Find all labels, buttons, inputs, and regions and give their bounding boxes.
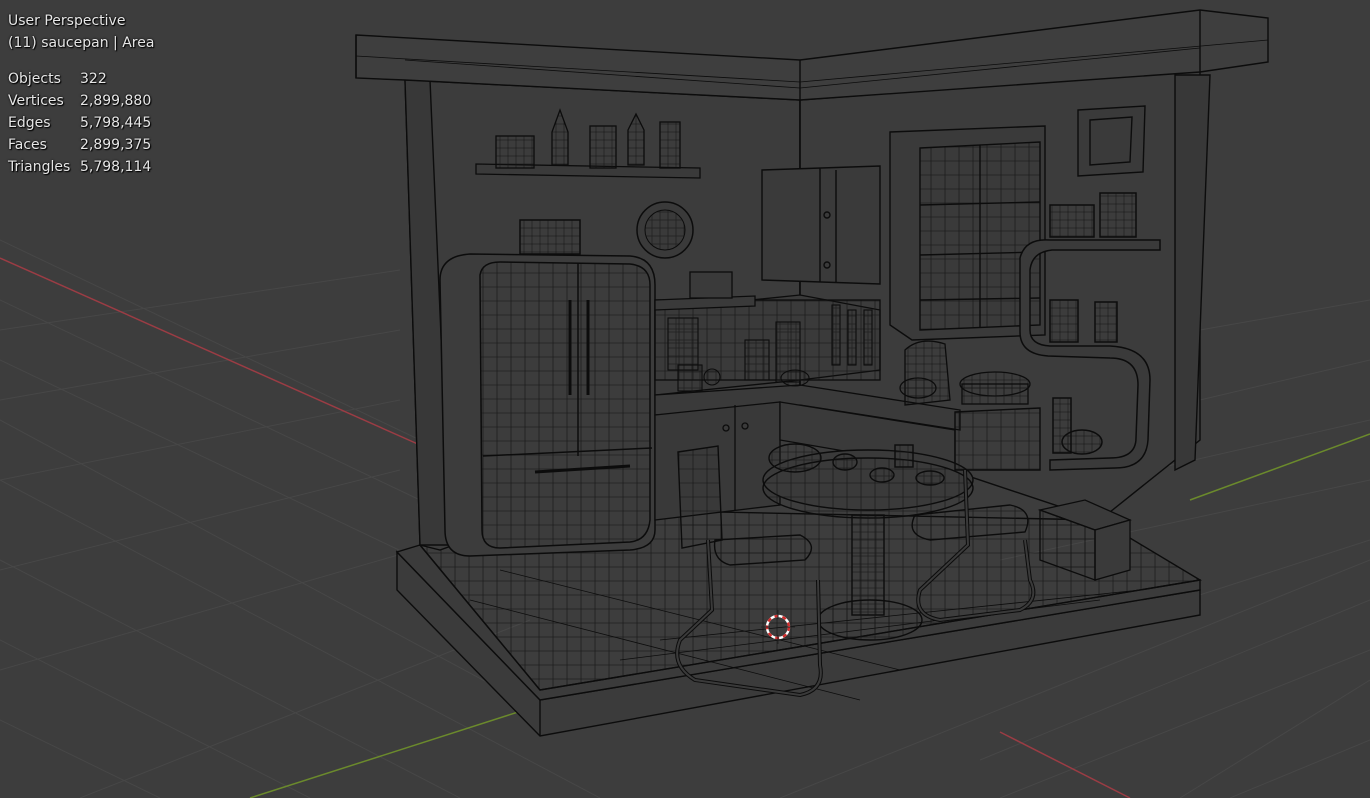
scene-statistics: Objects 322 Vertices 2,899,880 Edges 5,7… [8,68,154,178]
saucepan [959,371,1031,405]
fridge [439,219,656,557]
stand-mixer [899,340,951,406]
stat-row-faces: Faces 2,899,375 [8,134,154,156]
stat-label: Objects [8,71,61,87]
stat-label: Faces [8,137,47,153]
stat-row-vertices: Vertices 2,899,880 [8,90,154,112]
stat-value: 5,798,445 [80,115,152,131]
x-axis-line-front [999,731,1131,798]
x-axis-line [0,257,421,446]
stat-row-edges: Edges 5,798,445 [8,112,154,134]
upper-cabinet [761,165,881,285]
stat-row-objects: Objects 322 [8,68,154,90]
stat-label: Vertices [8,93,64,109]
picture-frame [1077,105,1146,177]
stat-value: 2,899,375 [80,137,152,153]
3d-viewport[interactable]: User Perspective (11) saucepan | Area Ob… [0,0,1370,798]
stat-value: 5,798,114 [80,159,152,175]
stat-value: 322 [80,71,107,87]
stat-row-triangles: Triangles 5,798,114 [8,156,154,178]
stat-label: Triangles [8,159,71,175]
stat-label: Edges [8,115,51,131]
y-axis-line [249,704,541,798]
wireframe-scene[interactable] [0,0,1370,798]
stat-value: 2,899,880 [80,93,152,109]
viewport-info-overlay: User Perspective (11) saucepan | Area Ob… [8,10,154,178]
context-line: (11) saucepan | Area [8,35,155,51]
y-axis-line-back [1189,433,1370,501]
wall-clock [636,201,694,259]
view-name: User Perspective [8,13,126,29]
